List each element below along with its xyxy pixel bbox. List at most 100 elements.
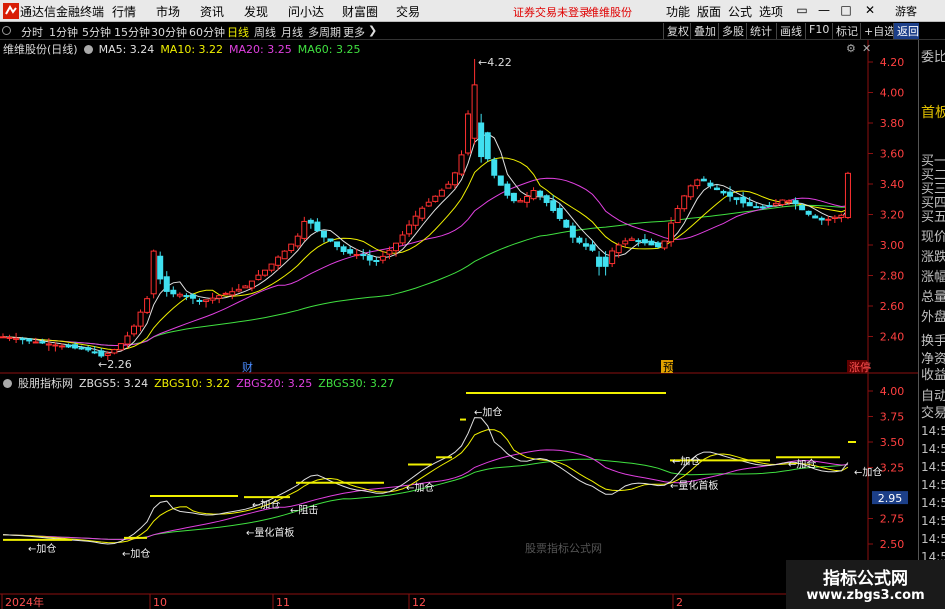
x-tick-label: 2024年 — [5, 595, 44, 609]
candle-body — [104, 353, 111, 356]
candle-body — [681, 195, 688, 210]
menu-item-market[interactable]: 行情 — [112, 3, 136, 20]
x-tick-label: 11 — [276, 596, 290, 609]
btn-overlay[interactable]: 叠加 — [690, 23, 716, 39]
y-tick-label: 3.00 — [880, 239, 905, 252]
window-minimize-icon[interactable]: — — [816, 2, 832, 19]
btn-stats[interactable]: 统计 — [746, 23, 772, 39]
ma60-line — [2, 204, 848, 347]
candle-body — [301, 220, 308, 239]
menu-item-news[interactable]: 资讯 — [200, 3, 224, 20]
candle-body — [209, 297, 216, 301]
settings-icon[interactable]: ⚙ — [846, 42, 856, 55]
candle-body — [628, 238, 635, 241]
candle-body — [360, 254, 367, 257]
candle-body — [504, 183, 511, 196]
current-stock-name: 维维股份 — [588, 6, 632, 19]
candle-body — [478, 122, 485, 158]
candle-body — [216, 295, 223, 299]
candle-body — [609, 250, 616, 265]
y-tick-label: 4.00 — [880, 87, 905, 100]
ma5-line — [2, 133, 849, 353]
menu-function[interactable]: 功能 — [666, 3, 690, 20]
panel-item-trade[interactable]: 交易 — [921, 402, 945, 421]
period-tab-5min[interactable]: 5分钟 — [82, 24, 111, 40]
zbgs5-line — [2, 417, 849, 545]
period-tab-daily[interactable]: 日线 — [227, 24, 249, 40]
stock-title[interactable]: 维维股份(日线) — [3, 43, 78, 56]
btn-adjust[interactable]: 复权 — [663, 23, 689, 39]
radio-icon[interactable] — [2, 26, 11, 35]
panel-item-price: 现价 — [921, 230, 945, 245]
period-tab-1min[interactable]: 1分钟 — [49, 24, 78, 40]
candle-body — [825, 218, 832, 221]
panel-item-first-board[interactable]: 首板 — [921, 102, 945, 122]
candle-body — [445, 183, 452, 189]
y-tick-label: 2.60 — [880, 300, 905, 313]
btn-add-watchlist[interactable]: +自选 — [860, 23, 895, 39]
signal-annotation: ←加仓 — [672, 454, 700, 467]
window-maximize-icon[interactable]: □ — [838, 2, 854, 19]
window-close-icon[interactable]: ✕ — [862, 2, 878, 19]
candle-body — [386, 249, 393, 255]
window-restore-icon[interactable]: ▭ — [794, 2, 810, 19]
menu-item-trade[interactable]: 交易 — [396, 3, 420, 20]
candle-body — [563, 219, 570, 228]
panel-item-volume: 总量 — [921, 290, 945, 305]
ma10-label: MA10: 3.22 — [160, 43, 224, 56]
indicator-lines — [2, 392, 856, 545]
btn-f10[interactable]: F10 — [805, 23, 829, 39]
tick-time: 14:56 — [921, 442, 945, 456]
candle-body — [91, 351, 98, 354]
candle-body — [78, 347, 85, 350]
candle-body — [399, 234, 406, 244]
menu-layout[interactable]: 版面 — [697, 3, 721, 20]
candle-body — [347, 249, 354, 254]
guest-label[interactable]: 游客 — [895, 3, 917, 19]
menu-item-discover[interactable]: 发现 — [244, 3, 268, 20]
settings-dot-icon[interactable] — [83, 45, 93, 54]
zbgs5-label: ZBGS5: 3.24 — [79, 377, 149, 390]
period-tab-more[interactable]: 更多 — [343, 24, 365, 40]
candle-body — [799, 205, 806, 211]
candlesticks[interactable] — [0, 58, 851, 361]
candle-body — [805, 210, 812, 215]
btn-multi-stock[interactable]: 多股 — [718, 23, 744, 39]
login-status[interactable]: 证券交易未登录 — [513, 4, 590, 20]
candle-body — [222, 292, 229, 295]
candle-body — [32, 341, 39, 344]
period-tab-monthly[interactable]: 月线 — [281, 24, 303, 40]
period-tab-15min[interactable]: 15分钟 — [114, 24, 150, 40]
indicator-title[interactable]: 股朋指标网 — [18, 377, 73, 390]
ind-y-tick-label: 3.75 — [880, 411, 905, 424]
menu-item-ask[interactable]: 问小达 — [288, 3, 324, 20]
btn-mark[interactable]: 标记 — [832, 23, 858, 39]
period-tab-multi[interactable]: 多周期 — [308, 24, 341, 40]
chevron-right-icon[interactable]: ❯ — [368, 24, 377, 37]
candle-body — [379, 255, 386, 261]
menu-item-exchange[interactable]: 市场 — [156, 3, 180, 20]
btn-back[interactable]: 返回 — [893, 23, 919, 39]
candle-body — [687, 185, 694, 198]
y-tick-label: 3.40 — [880, 178, 905, 191]
panel-item-weibi[interactable]: 委比 — [921, 46, 945, 65]
period-tab-30min[interactable]: 30分钟 — [151, 24, 187, 40]
chart-lines — [2, 133, 849, 353]
candle-body — [550, 200, 557, 211]
candle-body — [812, 215, 819, 219]
btn-draw[interactable]: 画线 — [776, 23, 802, 39]
menu-formula[interactable]: 公式 — [728, 3, 752, 20]
period-tab-60min[interactable]: 60分钟 — [189, 24, 225, 40]
candle-body — [268, 263, 275, 271]
kline-chart[interactable]: 4.20 4.00 3.80 3.60 3.40 3.20 3.00 2.80 2.60 2.40… — [0, 40, 918, 609]
menu-item-wealth[interactable]: 财富圈 — [342, 3, 378, 20]
indicator-dot-icon[interactable] — [3, 379, 12, 388]
candle-body — [39, 341, 46, 344]
candle-body — [334, 241, 341, 248]
menu-options[interactable]: 选项 — [759, 3, 783, 20]
period-tab-weekly[interactable]: 周线 — [254, 24, 276, 40]
candle-body — [85, 347, 92, 351]
close-panel-icon[interactable]: ✕ — [862, 42, 871, 55]
period-tab-timeshare[interactable]: 分时 — [21, 24, 43, 40]
signal-annotation: ←加仓 — [122, 547, 150, 560]
